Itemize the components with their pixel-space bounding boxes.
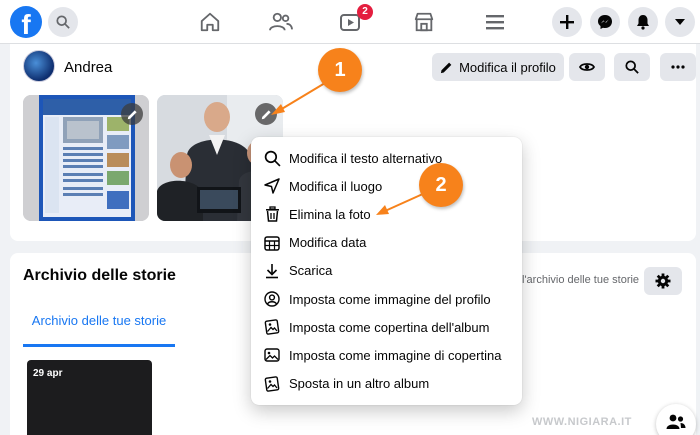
friends-icon: [666, 414, 686, 429]
arrow-2-head: [376, 205, 389, 215]
arrow-1-head: [271, 104, 285, 115]
callout-step-1: 1: [318, 48, 362, 92]
callout-step-2: 2: [419, 163, 463, 207]
watermark: WWW.NIGIARA.IT: [532, 416, 632, 428]
